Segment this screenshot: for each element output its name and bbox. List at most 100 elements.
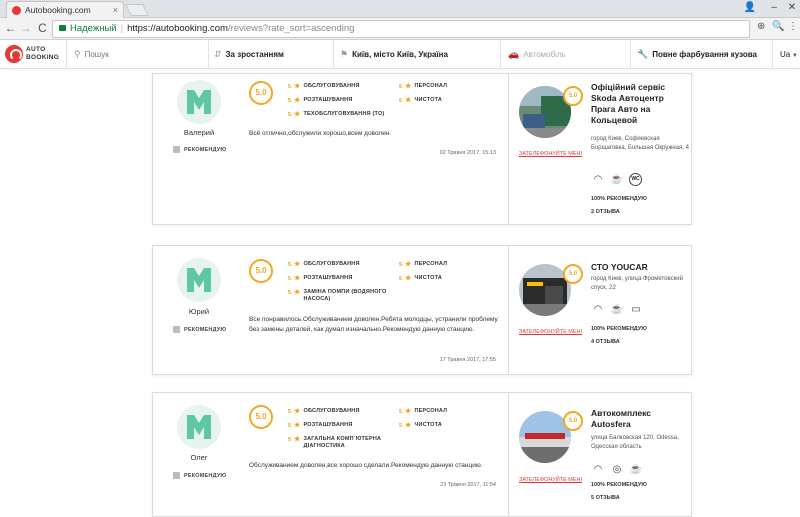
logo-line1: AUTO — [26, 46, 46, 53]
rating-item: 5 ★ ЧИСТОТА — [399, 422, 443, 429]
thumbs-up-icon — [173, 326, 180, 333]
divider — [66, 40, 67, 69]
star-icon: ★ — [405, 261, 412, 268]
rating-item: 5 ★ ОБСЛУГОВУВАННЯ — [288, 261, 360, 268]
station-panel: 5.0 Офіційний сервіс Skoda Автоцентр Пра… — [508, 74, 693, 224]
language-select[interactable]: Ua ▼ — [780, 40, 798, 69]
forward-button[interactable]: → — [18, 21, 33, 36]
service-select[interactable]: 🔧 Повне фарбування кузова — [637, 40, 757, 69]
recommend-label: РЕКОМЕНДУЮ — [184, 146, 227, 153]
star-icon: ★ — [405, 83, 412, 90]
new-tab-button[interactable] — [125, 4, 149, 16]
rating-item: 5 ★ РОЗТАШУВАННЯ — [288, 97, 353, 104]
station-panel: 5.0 СТО YOUCAR город Киев, улица Фромето… — [508, 246, 693, 374]
station-name[interactable]: СТО YOUCAR — [591, 262, 689, 273]
star-icon: ★ — [294, 436, 301, 443]
review-text: Все понравилось.Обслуживанием доволен.Ре… — [249, 316, 498, 333]
chevron-down-icon: ▼ — [790, 53, 798, 59]
logo-line2: BOOKING — [26, 54, 60, 61]
reviewer-name: Олег — [190, 453, 208, 462]
review-date: 23 Травня 2017, 11:54 — [440, 482, 496, 488]
avatar — [177, 80, 221, 124]
review-text: Обслуживанием доволен,все хорошо сделали… — [249, 462, 483, 469]
rating-item: 5 ★ ПЕРСОНАЛ — [399, 261, 448, 268]
browser-tab[interactable]: Autobooking.com × — [6, 1, 124, 18]
location-label: Київ, місто Київ, Україна — [352, 50, 448, 59]
divider — [333, 40, 334, 69]
browser-tab-strip: Autobooking.com × 👤 – ✕ — [0, 0, 800, 18]
review-card: Валерий РЕКОМЕНДУЮ 5.0 5 ★ ОБСЛУГОВУВАННЯ … — [152, 73, 692, 225]
call-me-link[interactable]: ЗАТЕЛЕФОНУЙТЕ МЕНІ — [519, 329, 582, 335]
divider — [630, 40, 631, 69]
rating-item: 5 ★ РОЗТАШУВАННЯ — [288, 275, 353, 282]
station-score-badge: 5.0 — [563, 86, 583, 106]
star-icon: ★ — [294, 408, 301, 415]
sort-icon: ⇵ — [214, 49, 222, 59]
call-me-link[interactable]: ЗАТЕЛЕФОНУЙТЕ МЕНІ — [519, 151, 582, 157]
station-name[interactable]: Офіційний сервіс Skoda Автоцентр Прага А… — [591, 82, 689, 126]
car-placeholder: Автомобіль — [523, 50, 566, 59]
review-body: Олег РЕКОМЕНДУЮ 5.0 5 ★ ОБСЛУГОВУВАННЯ 5 ★ Р… — [153, 393, 508, 516]
star-icon: ★ — [405, 422, 412, 429]
recommend-badge[interactable]: РЕКОМЕНДУЮ — [173, 146, 226, 153]
recommend-badge[interactable]: РЕКОМЕНДУЮ — [173, 326, 226, 333]
reload-button[interactable]: C — [35, 21, 50, 36]
wifi-icon: ◠ — [593, 463, 603, 475]
review-date: 17 Травня 2017, 17:55 — [439, 357, 496, 363]
rating-item: 5 ★ ПЕРСОНАЛ — [399, 83, 448, 90]
amenities: ◠ ☕ WC — [591, 171, 642, 187]
close-window-icon[interactable]: ✕ — [780, 0, 800, 18]
star-icon: ★ — [294, 422, 301, 429]
location-select[interactable]: ⚑ Київ, місто Київ, Україна — [340, 40, 448, 69]
rating-item: 5 ★ РОЗТАШУВАННЯ — [288, 422, 353, 429]
coffee-icon: ☕ — [629, 463, 643, 475]
score-badge: 5.0 — [249, 405, 273, 429]
car-select[interactable]: 🚗 Автомобіль — [508, 40, 566, 69]
rating-item: 5 ★ ОБСЛУГОВУВАННЯ — [288, 83, 360, 90]
url-field[interactable]: Надежный | https://autobooking.com/reviews… — [52, 20, 750, 38]
coffee-icon: ☕ — [610, 303, 624, 315]
review-card: Юрий РЕКОМЕНДУЮ 5.0 5 ★ ОБСЛУГОВУВАННЯ 5 ★ Р… — [152, 245, 692, 375]
map-pin-icon: ⚑ — [340, 49, 349, 59]
location-target-icon[interactable]: ⊕ — [757, 21, 765, 32]
zoom-icon[interactable]: 🔍 — [772, 21, 784, 32]
menu-icon[interactable]: ⋮ — [788, 21, 798, 32]
wifi-icon: ◠ — [593, 303, 603, 315]
rating-item: 5 ★ ЧИСТОТА — [399, 275, 443, 282]
back-button[interactable]: ← — [3, 21, 18, 36]
autobooking-logo[interactable]: AUTO BOOKING — [5, 43, 67, 66]
station-address: город Киев, улица Фрометовский спуск, 22 — [591, 276, 683, 291]
amenities: ◠ ◎ ☕ — [591, 461, 648, 475]
star-icon: ★ — [294, 289, 301, 296]
user-icon[interactable]: 👤 — [738, 0, 762, 18]
car-icon: 🚗 — [508, 49, 520, 59]
reviewer-name: Валерий — [183, 128, 215, 137]
star-icon: ★ — [294, 275, 301, 282]
rating-item: 5 ★ ЧИСТОТА — [399, 97, 443, 104]
station-score-badge: 5.0 — [563, 264, 583, 284]
wifi-icon: ◠ — [593, 173, 603, 185]
score-badge: 5.0 — [249, 81, 273, 105]
secure-label: Надежный — [70, 23, 117, 34]
sort-select[interactable]: ⇵ За зростанням — [214, 40, 284, 69]
thumbs-up-icon — [173, 472, 180, 479]
call-me-link[interactable]: ЗАТЕЛЕФОНУЙТЕ МЕНІ — [519, 477, 582, 483]
user-avatar-icon — [187, 268, 211, 292]
language-label: Ua — [780, 50, 791, 59]
search-input[interactable] — [84, 50, 195, 59]
recommend-badge[interactable]: РЕКОМЕНДУЮ — [173, 472, 226, 479]
tab-title: Autobooking.com — [25, 5, 91, 15]
divider — [208, 40, 209, 69]
divider — [772, 40, 773, 69]
star-icon: ★ — [405, 275, 412, 282]
search-box[interactable]: ⚲ — [74, 40, 195, 69]
rating-item: 5 ★ ЗАМІНА ПОМПИ (ВОДЯНОГО НАСОСА) — [288, 289, 387, 302]
station-address: улица Балковская 120, Odessa, Одесская о… — [591, 435, 679, 450]
avatar — [177, 405, 221, 449]
site-header: AUTO BOOKING ⚲ ⇵За зростанням ⚑Київ, міс… — [0, 40, 800, 69]
wrench-icon: 🔧 — [637, 49, 649, 59]
tab-close-icon[interactable]: × — [113, 2, 118, 18]
divider — [500, 40, 501, 69]
star-icon: ★ — [294, 83, 301, 90]
station-name[interactable]: Автокомплекс Autosfera — [591, 408, 689, 430]
